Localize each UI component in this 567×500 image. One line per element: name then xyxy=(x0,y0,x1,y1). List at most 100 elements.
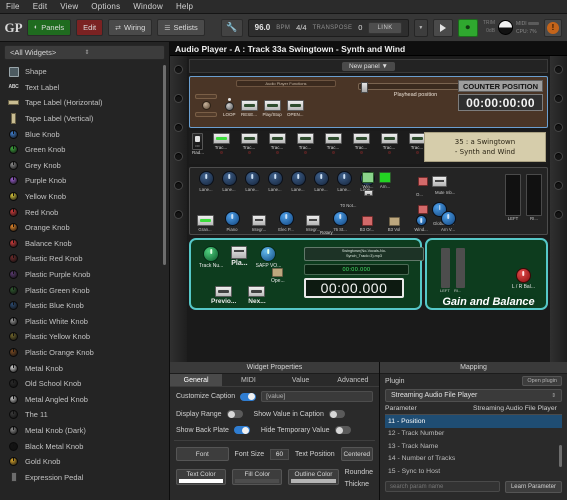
widget-list-item[interactable]: Metal Knob xyxy=(0,360,169,376)
player-small-knob[interactable] xyxy=(201,101,211,110)
text-position-select[interactable]: Centered xyxy=(340,447,373,461)
parameter-item[interactable]: 13 - Track Name xyxy=(385,440,562,453)
lane-knob-4[interactable]: Lane... xyxy=(265,171,285,192)
customize-caption-toggle[interactable] xyxy=(240,392,257,401)
lane-knob-dial[interactable] xyxy=(221,171,237,186)
track-button-1[interactable]: Trac... xyxy=(208,133,234,154)
open-file-button[interactable] xyxy=(286,100,304,111)
tempo-dropdown-icon[interactable]: ▼ xyxy=(413,18,428,37)
instrument-control-9[interactable]: Wind... xyxy=(409,215,433,232)
play-button[interactable] xyxy=(432,18,453,37)
widget-list-item[interactable]: The 11 xyxy=(0,407,169,423)
parameter-item[interactable]: 15 - Sync to Host xyxy=(385,465,562,478)
widget-list-item[interactable]: Balance Knob xyxy=(0,236,169,252)
radio-switch[interactable] xyxy=(192,133,203,150)
instrument-controls-row[interactable]: Gran... Piano Integr... Elec P... Integr... 7… xyxy=(193,211,460,232)
control-button[interactable] xyxy=(361,216,373,226)
plugin-select[interactable]: Streaming Audio File Player ⇕ xyxy=(385,389,562,402)
menu-item-file[interactable]: File xyxy=(6,2,20,11)
menu-item-window[interactable]: Window xyxy=(133,2,163,11)
track-buttons[interactable]: Trac... Trac... Trac... Trac... Trac... Trac.… xyxy=(208,133,430,154)
track-button-face[interactable] xyxy=(212,133,230,144)
tab-general[interactable]: General xyxy=(170,374,223,386)
menu-item-options[interactable]: Options xyxy=(91,2,120,11)
playhead-slider-thumb[interactable] xyxy=(361,82,368,93)
arn-button[interactable] xyxy=(379,172,391,183)
lane-knob-2[interactable]: Lane... xyxy=(219,171,239,192)
widget-list-item[interactable]: Gold Knob xyxy=(0,454,169,470)
control-button[interactable] xyxy=(388,217,400,226)
mute-inb-button[interactable] xyxy=(432,176,447,187)
widget-list-item[interactable]: Tape Label (Vertical) xyxy=(0,111,169,127)
play-stop-button[interactable] xyxy=(263,100,281,111)
control-knob[interactable] xyxy=(332,211,348,226)
widget-list-item[interactable]: Orange Knob xyxy=(0,220,169,236)
control-knob[interactable] xyxy=(415,215,427,226)
track-button-6[interactable]: Trac... xyxy=(348,133,374,154)
instrument-control-7[interactable]: B3 Or... xyxy=(355,216,379,232)
track-button-face[interactable] xyxy=(324,133,342,144)
widget-list-item[interactable]: Green Knob xyxy=(0,142,169,158)
widget-list-item[interactable]: Yellow Knob xyxy=(0,189,169,205)
play-button-green[interactable] xyxy=(231,246,248,259)
widget-list-item[interactable]: Blue Knob xyxy=(0,126,169,142)
font-size-input[interactable]: 60 xyxy=(270,448,289,460)
widget-list-item[interactable]: Purple Knob xyxy=(0,173,169,189)
wiring-button[interactable]: ⇄ Wiring xyxy=(108,19,153,36)
control-knob[interactable] xyxy=(440,211,456,226)
outline-color-button[interactable]: Outline Color xyxy=(288,469,339,485)
previous-button[interactable] xyxy=(215,286,233,297)
next-button[interactable] xyxy=(248,286,266,297)
tab-advanced[interactable]: Advanced xyxy=(327,374,379,386)
menu-item-view[interactable]: View xyxy=(60,2,78,11)
transpose-value[interactable]: 0 xyxy=(358,23,362,32)
record-button[interactable]: ⏺ xyxy=(457,18,478,37)
setlists-button[interactable]: ☰ Setlists xyxy=(157,19,205,36)
control-button[interactable] xyxy=(306,215,320,226)
panel-selector[interactable]: New panel ▼ xyxy=(189,59,548,73)
menu-item-edit[interactable]: Edit xyxy=(33,2,48,11)
track-button-2[interactable]: Trac... xyxy=(236,133,262,154)
show-back-plate-toggle[interactable] xyxy=(233,426,250,434)
link-button[interactable]: LINK xyxy=(368,21,402,34)
instrument-control-1[interactable]: Gran... xyxy=(193,215,217,232)
sidebar-scrollbar[interactable] xyxy=(163,65,166,265)
display-range-toggle[interactable] xyxy=(226,410,243,418)
widget-list-item[interactable]: Old School Knob xyxy=(0,376,169,392)
widget-list-item[interactable]: Expression Pedal xyxy=(0,469,169,485)
o-button-1[interactable] xyxy=(418,177,428,186)
playhead-slider[interactable] xyxy=(358,82,473,93)
widget-list-item[interactable]: Plastic Red Knob xyxy=(0,251,169,267)
open-plugin-button[interactable]: Open plugin xyxy=(522,376,562,386)
widget-list-item[interactable]: Metal Angled Knob xyxy=(0,391,169,407)
parameter-list[interactable]: 11 - Position 12 - Track Number 13 - Track… xyxy=(385,415,562,478)
instrument-control-4[interactable]: Elec P... xyxy=(274,211,298,232)
track-button-face[interactable] xyxy=(268,133,286,144)
widget-list-item[interactable]: Plastic Orange Knob xyxy=(0,345,169,361)
parameter-item[interactable]: 14 - Number of Tracks xyxy=(385,453,562,466)
lane-knob-dial[interactable] xyxy=(336,171,352,186)
radio-switch-group[interactable]: Rad... xyxy=(192,133,204,155)
track-button-5[interactable]: Trac... xyxy=(320,133,346,154)
widget-list-item[interactable]: Plastic White Knob xyxy=(0,314,169,330)
tempo-box[interactable]: 96.0 BPM 4/4 TRANSPOSE 0 LINK xyxy=(247,18,409,37)
track-button-face[interactable] xyxy=(296,133,314,144)
edit-button[interactable]: Edit xyxy=(76,19,104,36)
instrument-control-10[interactable]: Arn V... xyxy=(436,211,460,232)
control-button[interactable] xyxy=(196,215,214,226)
lane-knob-6[interactable]: Lane... xyxy=(311,171,331,192)
widget-filter-dropdown[interactable]: <All Widgets> ⇕ xyxy=(4,45,165,60)
hide-temporary-value-toggle[interactable] xyxy=(334,426,351,434)
loop-knob[interactable] xyxy=(224,102,234,111)
track-button-face[interactable] xyxy=(352,133,370,144)
lane-knob-dial[interactable] xyxy=(198,171,214,186)
power-button[interactable]: ! xyxy=(544,18,562,37)
widget-list-item[interactable]: Black Metal Knob xyxy=(0,438,169,454)
track-button-7[interactable]: Trac... xyxy=(376,133,402,154)
lane-knob-5[interactable]: Lane... xyxy=(288,171,308,192)
open-button-green[interactable] xyxy=(272,268,284,277)
font-button[interactable]: Font xyxy=(176,447,229,461)
lane-knob-7[interactable]: Lane... xyxy=(334,171,354,192)
widget-list-item[interactable]: Grey Knob xyxy=(0,158,169,174)
tab-value[interactable]: Value xyxy=(275,374,327,386)
